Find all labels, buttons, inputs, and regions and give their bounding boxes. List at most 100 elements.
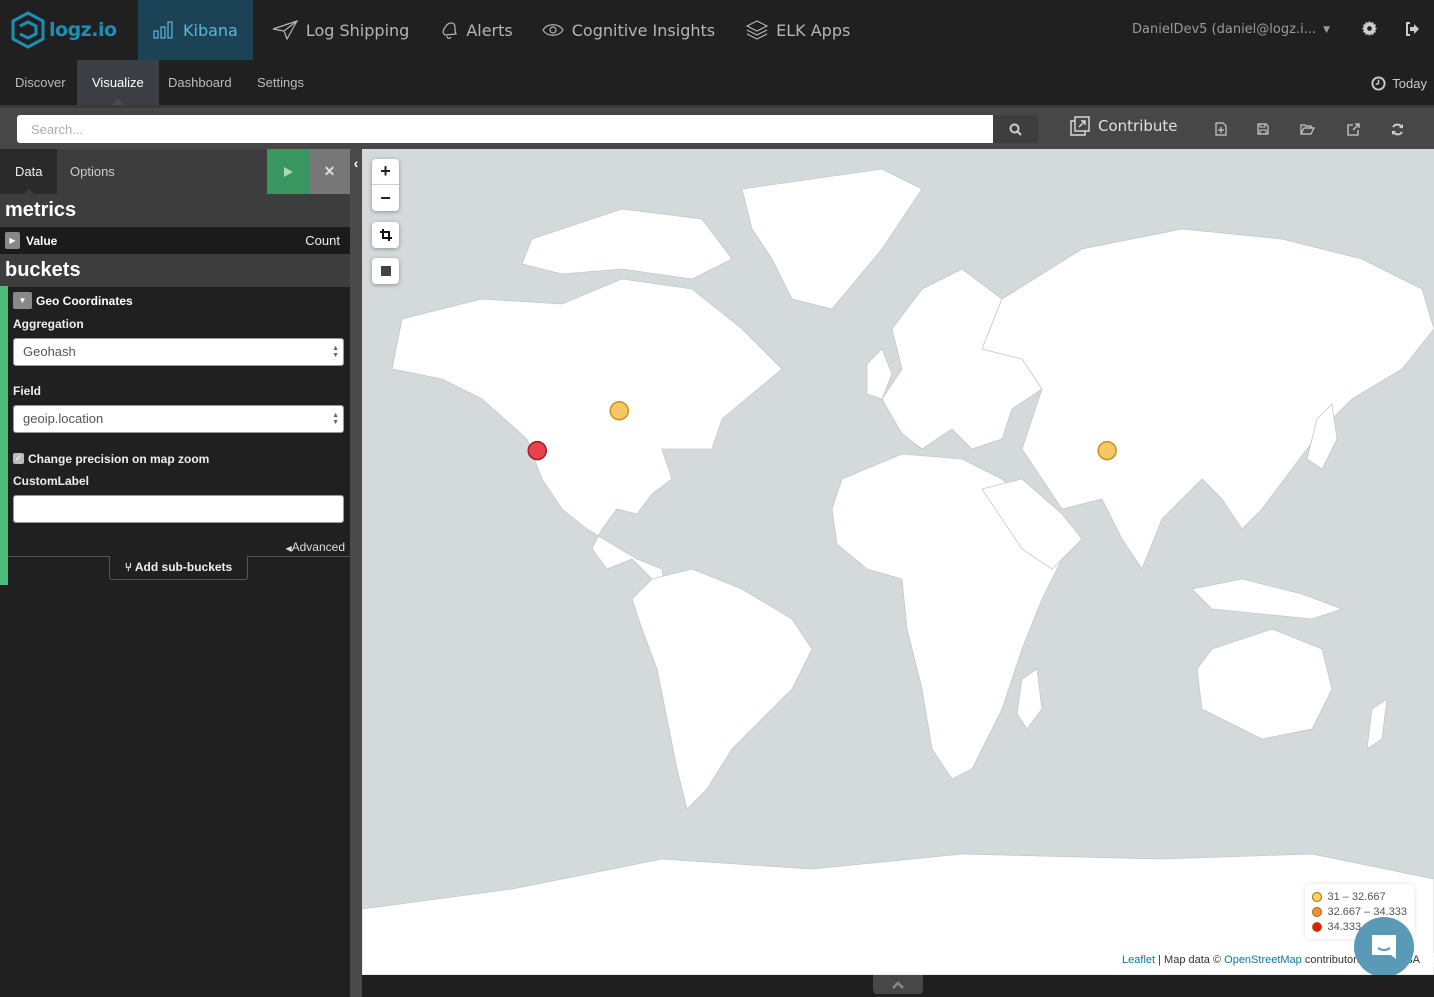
code-fork-icon: ⑂: [124, 560, 132, 574]
search-icon: [1009, 123, 1022, 136]
metric-name: Value: [26, 234, 58, 248]
fit-bounds-button[interactable]: [372, 222, 399, 248]
field-select[interactable]: geoip.location ▲ ▼: [13, 405, 344, 433]
layers-icon: [746, 20, 769, 40]
landmass-south-america: [631, 568, 813, 810]
tab-options[interactable]: Options: [55, 149, 130, 194]
open-button[interactable]: [1296, 118, 1318, 140]
custom-label-input[interactable]: [13, 495, 344, 523]
draw-rectangle-button[interactable]: [372, 258, 399, 284]
tab-data[interactable]: Data: [0, 149, 58, 194]
share-button[interactable]: [1342, 118, 1364, 140]
user-menu[interactable]: DanielDev5 (daniel@logz.i... ▼: [1132, 22, 1330, 37]
user-name: DanielDev5 (daniel@logz.i...: [1132, 22, 1317, 37]
clock-icon: [1371, 76, 1386, 91]
contribute-label: Contribute: [1098, 117, 1178, 135]
bell-icon: [442, 22, 458, 39]
field-value: geoip.location: [23, 411, 104, 426]
nav-cognitive-insights-label: Cognitive Insights: [571, 20, 716, 40]
save-button[interactable]: [1252, 118, 1274, 140]
bar-chart-icon: [153, 21, 173, 39]
expand-toggle-icon[interactable]: ▶: [5, 232, 20, 249]
bucket-title: Geo Coordinates: [36, 294, 133, 308]
tile-map[interactable]: + − 31 – 32.667 32.667 – 34.333 34.333 –…: [362, 149, 1434, 975]
apply-changes-button[interactable]: [267, 149, 309, 194]
nav-alerts[interactable]: Alerts: [428, 0, 531, 60]
gear-icon: [1362, 21, 1377, 36]
legend-label: 31 – 32.667: [1327, 890, 1386, 903]
geohash-marker-virginia[interactable]: [609, 400, 629, 421]
advanced-toggle[interactable]: ◀Advanced: [285, 540, 345, 554]
metric-type: Count: [305, 233, 340, 248]
chat-launcher-button[interactable]: [1354, 917, 1414, 977]
new-visualization-button[interactable]: [1210, 118, 1232, 140]
collapse-sidebar-button[interactable]: ‹: [350, 155, 362, 175]
geohash-marker-texas[interactable]: [527, 440, 547, 461]
zoom-out-button[interactable]: −: [372, 185, 399, 211]
chevron-left-icon: ‹: [353, 155, 359, 171]
draw-rectangle-control: [372, 258, 399, 284]
select-arrows-icon: ▲ ▼: [332, 345, 339, 359]
eye-icon: [542, 24, 564, 36]
nav-elk-apps[interactable]: ELK Apps: [734, 0, 869, 60]
time-label: Today: [1392, 76, 1427, 91]
landmass-new-zealand: [1366, 698, 1388, 750]
editor-tabs: Data Options ✕: [0, 149, 350, 194]
nav-kibana-label: Kibana: [183, 20, 238, 40]
metrics-heading: metrics: [0, 194, 350, 227]
search-toolbar: Contribute: [0, 105, 1434, 149]
tab-visualize[interactable]: Visualize: [77, 60, 159, 105]
aggregation-label: Aggregation: [13, 317, 84, 331]
landmass-north-america: [391, 278, 783, 610]
refresh-button[interactable]: [1386, 118, 1408, 140]
new-visualization-icon: [1215, 122, 1227, 136]
expand-spy-panel-button[interactable]: [873, 975, 923, 994]
leaflet-link[interactable]: Leaflet: [1122, 954, 1155, 966]
collapse-toggle-icon[interactable]: ▼: [13, 292, 32, 309]
nav-kibana[interactable]: Kibana: [138, 0, 253, 60]
nav-cognitive-insights[interactable]: Cognitive Insights: [532, 0, 734, 60]
refresh-icon: [1391, 123, 1403, 135]
discard-changes-button[interactable]: ✕: [309, 149, 350, 194]
tab-settings[interactable]: Settings: [242, 60, 319, 105]
add-sub-buckets-button[interactable]: ⑂ Add sub-buckets: [109, 556, 248, 580]
logout-button[interactable]: [1405, 22, 1420, 41]
precision-label: Change precision on map zoom: [28, 452, 210, 466]
zoom-in-button[interactable]: +: [372, 159, 399, 185]
attribution-text: | Map data ©: [1155, 954, 1225, 966]
nav-log-shipping[interactable]: Log Shipping: [253, 0, 428, 60]
bucket-status-stripe: [0, 286, 8, 585]
bottom-bar: [362, 975, 1434, 997]
sidebar-resize-bar[interactable]: [350, 149, 362, 997]
geohash-marker-middle-east[interactable]: [1097, 440, 1117, 461]
play-icon: [283, 166, 293, 177]
contribute-icon: [1070, 116, 1090, 136]
field-label: Field: [13, 384, 42, 398]
crop-icon: [379, 229, 392, 241]
search-input[interactable]: [17, 115, 993, 143]
tab-dashboard[interactable]: Dashboard: [153, 60, 247, 105]
nav-elk-apps-label: ELK Apps: [776, 20, 851, 40]
landmass-greenland: [741, 168, 923, 310]
legend-item: 31 – 32.667: [1312, 889, 1407, 904]
nav-log-shipping-label: Log Shipping: [305, 20, 410, 40]
caret-down-icon: ▼: [1323, 24, 1330, 35]
buckets-heading: buckets: [0, 254, 350, 287]
aggregation-select[interactable]: Geohash ▲ ▼: [13, 338, 344, 366]
legend-swatch-orange: [1312, 906, 1323, 917]
contribute-button[interactable]: Contribute: [1070, 116, 1178, 136]
metric-value-row[interactable]: ▶ Value Count: [0, 227, 350, 254]
logo[interactable]: logz.io: [0, 0, 138, 60]
world-basemap[interactable]: [362, 149, 1434, 975]
openstreetmap-link[interactable]: OpenStreetMap: [1224, 954, 1302, 966]
precision-checkbox[interactable]: ✓: [13, 453, 24, 464]
time-picker[interactable]: Today: [1371, 76, 1427, 91]
geo-coordinates-bucket: ▼ Geo Coordinates Aggregation Geohash ▲ ▼…: [0, 286, 350, 585]
add-sub-buckets-label: Add sub-buckets: [134, 560, 233, 574]
zoom-control: + −: [372, 159, 399, 211]
tab-discover[interactable]: Discover: [0, 60, 81, 105]
folder-open-icon: [1299, 123, 1315, 135]
legend-swatch-yellow: [1312, 891, 1323, 902]
settings-button[interactable]: [1362, 21, 1377, 41]
search-button[interactable]: [993, 115, 1038, 143]
